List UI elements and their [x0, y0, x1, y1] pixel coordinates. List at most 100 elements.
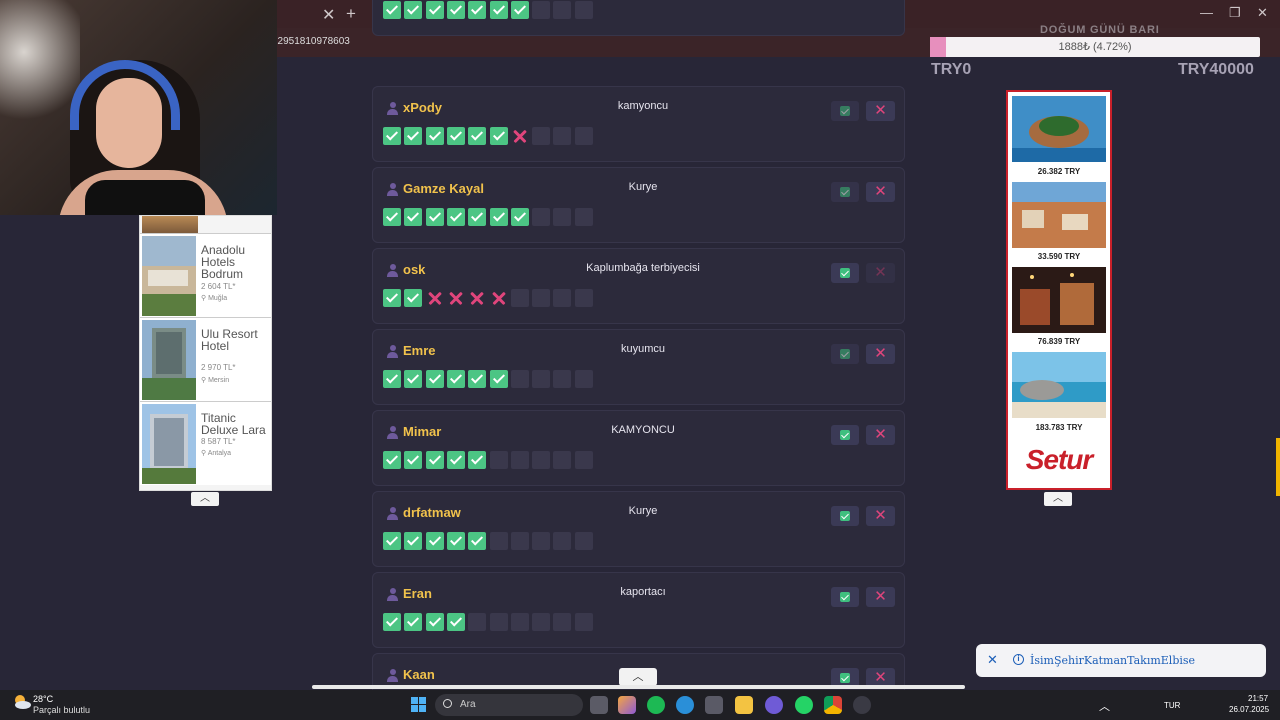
notification-toast[interactable]: ✕ i İsimŞehirKatmanTakımElbise	[976, 644, 1266, 677]
tray-expand-icon[interactable]: ︿	[1099, 698, 1110, 714]
reject-button[interactable]: ✕	[866, 587, 895, 607]
approve-button[interactable]	[831, 263, 859, 283]
check-box-icon	[404, 208, 423, 226]
empty-box	[510, 451, 529, 469]
copilot-icon[interactable]	[618, 696, 636, 714]
setur-ad-panel[interactable]: 26.382 TRY 33.590 TRY 76.839 TRY 183.783…	[1006, 90, 1112, 490]
setur-ad-collapse-button[interactable]: ︿	[1044, 492, 1072, 506]
check-box-icon	[404, 532, 423, 550]
store-icon[interactable]	[705, 696, 723, 714]
hotel-ad-item[interactable]: Anadolu Hotels Bodrum 2 604 TL* ⚲ Muğla	[140, 233, 271, 317]
reject-button[interactable]: ✕	[866, 263, 895, 283]
hotel-ad-collapse-button[interactable]: ︿	[191, 492, 219, 506]
toast-close-icon[interactable]: ✕	[987, 652, 998, 668]
empty-box	[553, 451, 572, 469]
empty-box	[553, 208, 572, 226]
check-box-icon	[446, 1, 465, 19]
reject-button[interactable]: ✕	[866, 182, 895, 202]
empty-box	[553, 370, 572, 388]
file-explorer-icon[interactable]	[735, 696, 753, 714]
close-tab-icon[interactable]: ✕	[322, 5, 335, 25]
start-button[interactable]	[411, 697, 427, 713]
spotify-icon[interactable]	[647, 696, 665, 714]
checkmark-icon	[840, 511, 850, 521]
approve-button[interactable]	[831, 425, 859, 445]
checkmark-icon	[840, 187, 850, 197]
check-box-icon	[510, 1, 529, 19]
player-row: osk Kaplumbağa terbiyecisi ✕	[372, 248, 905, 324]
side-highlight	[1276, 438, 1280, 496]
checkmark-icon	[840, 349, 850, 359]
discord-icon[interactable]	[765, 696, 783, 714]
check-box-icon	[383, 451, 401, 469]
checkmark-icon	[840, 592, 850, 602]
player-name: Kaan	[403, 667, 435, 682]
language-indicator[interactable]: TUR	[1164, 701, 1180, 710]
close-icon: ✕	[874, 669, 887, 686]
scroll-up-button[interactable]: ︿	[619, 668, 657, 686]
approve-button[interactable]	[831, 182, 859, 202]
player-job: kaportacı	[620, 586, 666, 598]
reject-button[interactable]: ✕	[866, 506, 895, 526]
check-box-icon	[425, 208, 444, 226]
taskbar-search[interactable]: Ara	[435, 694, 583, 716]
check-box-icon	[489, 208, 508, 226]
task-view-icon[interactable]	[590, 696, 608, 714]
toast-text: İsimŞehirKatmanTakımElbise	[1030, 654, 1196, 667]
horizontal-scrollbar[interactable]	[312, 685, 965, 689]
player-job: Kurye	[628, 181, 658, 193]
clock-date[interactable]: 26.07.2025	[1229, 705, 1269, 714]
empty-box	[510, 613, 529, 631]
close-icon: ✕	[874, 264, 887, 281]
hotel-ad-item[interactable]: Titanic Deluxe Lara 8 587 TL* ⚲ Antalya	[140, 401, 271, 485]
hotel-ad-panel[interactable]: Anadolu Hotels Bodrum 2 604 TL* ⚲ Muğla …	[139, 215, 272, 491]
obs-icon[interactable]	[853, 696, 871, 714]
check-box-icon	[510, 208, 529, 226]
edge-icon[interactable]	[676, 696, 694, 714]
reject-button[interactable]: ✕	[866, 425, 895, 445]
minimize-icon[interactable]: —	[1200, 5, 1213, 20]
approve-button[interactable]	[831, 506, 859, 526]
empty-box	[574, 370, 593, 388]
hotel-ad-item[interactable]: Ulu Resort Hotel 2 970 TL* ⚲ Mersin	[140, 317, 271, 401]
close-window-icon[interactable]: ✕	[1257, 5, 1268, 21]
search-icon	[443, 699, 452, 708]
reject-button[interactable]: ✕	[866, 101, 895, 121]
empty-box	[510, 532, 529, 550]
new-tab-icon[interactable]: +	[346, 4, 356, 24]
weather-description[interactable]: Parçalı bulutlu	[33, 705, 90, 715]
whatsapp-icon[interactable]	[795, 696, 813, 714]
empty-box	[489, 613, 508, 631]
reject-button[interactable]: ✕	[866, 344, 895, 364]
empty-box	[532, 289, 551, 307]
ad-photo-christmas	[1012, 267, 1106, 333]
empty-box	[532, 127, 551, 145]
check-box-icon	[383, 532, 401, 550]
player-row-partial	[372, 0, 905, 36]
weather-temperature[interactable]: 28°C	[33, 694, 53, 704]
cross-mark-icon	[511, 127, 529, 145]
check-box-icon	[404, 1, 423, 19]
empty-box	[532, 370, 551, 388]
check-box-icon	[489, 1, 508, 19]
empty-box	[489, 451, 508, 469]
check-box-icon	[468, 127, 487, 145]
player-job: kamyoncu	[617, 100, 669, 112]
player-job: kuyumcu	[620, 343, 666, 355]
user-icon	[387, 426, 398, 439]
restore-icon[interactable]: ❐	[1229, 5, 1241, 21]
approve-button[interactable]	[831, 344, 859, 364]
clock-time[interactable]: 21:57	[1248, 694, 1268, 703]
player-row: xPody kamyoncu ✕	[372, 86, 905, 162]
ad-photo-beach	[1012, 352, 1106, 418]
approve-button[interactable]	[831, 587, 859, 607]
check-box-icon	[446, 127, 465, 145]
check-box-icon	[468, 532, 487, 550]
chrome-icon[interactable]	[824, 696, 842, 714]
check-box-icon	[425, 613, 444, 631]
setur-logo[interactable]: Setur	[1008, 444, 1110, 476]
close-icon: ✕	[874, 102, 887, 119]
approve-button[interactable]	[831, 101, 859, 121]
checkmark-icon	[840, 106, 850, 116]
player-job: Kurye	[628, 505, 658, 517]
